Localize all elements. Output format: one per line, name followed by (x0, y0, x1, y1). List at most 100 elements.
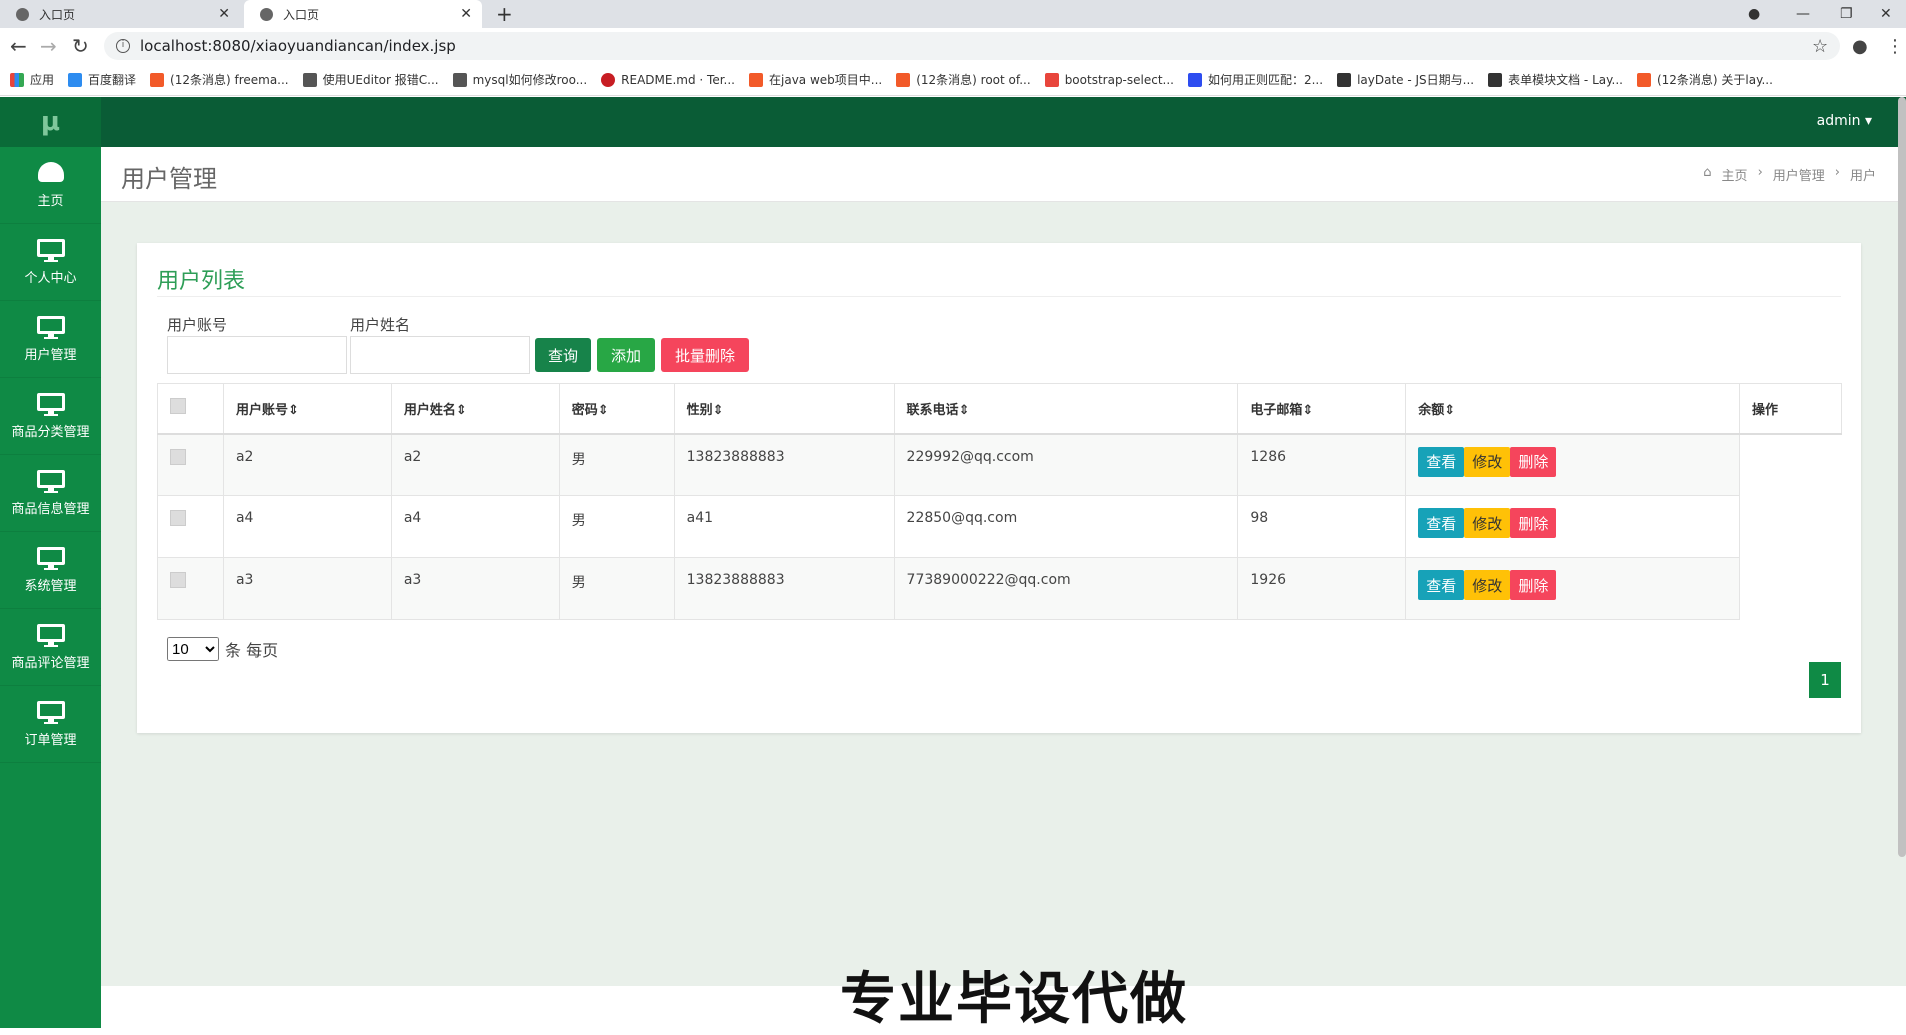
column-header[interactable]: 用户姓名⇕ (390, 383, 560, 435)
bookmark-item[interactable]: README.md · Ter... (601, 72, 735, 87)
password-cell: 男 (558, 557, 675, 620)
column-header[interactable]: 余额⇕ (1405, 383, 1741, 435)
delete-button[interactable]: 删除 (1510, 446, 1557, 477)
column-header[interactable]: 电子邮箱⇕ (1237, 383, 1407, 435)
edit-button[interactable]: 修改 (1464, 570, 1511, 600)
sort-icon[interactable]: ⇕ (288, 403, 299, 418)
bookmark-star-icon[interactable]: ☆ (1812, 36, 1828, 57)
new-tab-icon[interactable]: + (496, 2, 513, 26)
select-all-checkbox[interactable] (170, 398, 186, 415)
view-button[interactable]: 查看 (1418, 508, 1465, 538)
sort-icon[interactable]: ⇕ (713, 403, 724, 418)
sidebar-item-order-management[interactable]: 订单管理 (0, 686, 101, 763)
bookmark-label: (12条消息) root of... (916, 73, 1031, 87)
minimize-icon[interactable]: — (1796, 0, 1810, 28)
breadcrumb-home[interactable]: 主页 (1722, 165, 1748, 184)
breadcrumb-user-management[interactable]: 用户管理 (1773, 165, 1825, 184)
bookmark-item[interactable]: bootstrap-select... (1044, 72, 1174, 87)
bookmark-item[interactable]: (12条消息) freema... (150, 71, 289, 88)
bookmark-label: (12条消息) freema... (170, 73, 289, 87)
bookmark-item[interactable]: 表单模块文档 - Lay... (1488, 71, 1623, 88)
bookmark-item[interactable]: 应用 (10, 71, 54, 88)
browser-tab-1[interactable]: 入口页 ✕ (0, 0, 240, 28)
row-checkbox[interactable] (170, 448, 186, 465)
table-row: a2 a2 男 13823888883 229992@qq.ccom 1286 … (157, 433, 1842, 496)
url-field[interactable]: i localhost:8080/xiaoyuandiancan/index.j… (104, 32, 1840, 60)
sort-icon[interactable]: ⇕ (1444, 403, 1455, 418)
actions-cell: 查看 修改 删除 (1405, 557, 1741, 620)
bookmark-item[interactable]: (12条消息) root of... (896, 71, 1031, 88)
batch-delete-button[interactable]: 批量删除 (661, 338, 749, 372)
column-header: 操作 (1739, 383, 1842, 435)
monitor-icon (36, 315, 65, 339)
bookmark-item[interactable]: mysql如何修改roo... (452, 71, 587, 88)
bookmark-icon (601, 72, 616, 87)
page-scrollbar[interactable] (1898, 97, 1906, 857)
bookmark-icon (749, 72, 763, 87)
pagination-page-button[interactable]: 1 (1809, 662, 1841, 698)
window-close-icon[interactable]: ✕ (1880, 0, 1892, 28)
row-checkbox[interactable] (170, 510, 186, 526)
sort-icon[interactable]: ⇕ (598, 403, 609, 418)
sort-icon[interactable]: ⇕ (1302, 403, 1313, 418)
info-icon[interactable]: i (116, 39, 130, 53)
sidebar-item-product-management[interactable]: 商品信息管理 (0, 455, 101, 532)
column-header[interactable]: 联系电话⇕ (893, 383, 1239, 435)
user-menu[interactable]: admin ▾ (1817, 113, 1872, 129)
profile-dropdown-icon[interactable]: ● (1748, 0, 1760, 28)
edit-button[interactable]: 修改 (1464, 508, 1511, 538)
sort-icon[interactable]: ⇕ (959, 403, 970, 418)
monitor-icon (36, 546, 65, 570)
sidebar-item-label: 商品分类管理 (11, 424, 90, 440)
profile-icon[interactable]: ● (1852, 36, 1868, 57)
column-header[interactable]: 密码⇕ (558, 383, 675, 435)
delete-button[interactable]: 删除 (1510, 508, 1557, 538)
restore-icon[interactable]: ❐ (1840, 0, 1853, 28)
select-all-cell (157, 383, 224, 435)
forward-icon[interactable]: → (40, 34, 57, 58)
sidebar-item-personal-center[interactable]: 个人中心 (0, 224, 101, 301)
column-header-label: 密码 (571, 402, 598, 418)
browser-tab-2[interactable]: 入口页 ✕ (244, 0, 482, 28)
app-logo[interactable]: μ (0, 97, 101, 147)
close-icon[interactable]: ✕ (218, 6, 230, 22)
view-button[interactable]: 查看 (1418, 570, 1465, 600)
sidebar-item-review-management[interactable]: 商品评论管理 (0, 609, 101, 686)
bookmark-label: (12条消息) 关于lay... (1656, 73, 1773, 87)
bookmark-item[interactable]: 在java web项目中... (749, 71, 882, 88)
column-header[interactable]: 性别⇕ (673, 383, 895, 435)
view-button[interactable]: 查看 (1418, 446, 1465, 477)
sidebar-item-user-management[interactable]: 用户管理 (0, 301, 101, 378)
actions-cell: 查看 修改 删除 (1405, 433, 1741, 496)
watermark-text: 专业毕设代做 (840, 967, 1188, 1032)
menu-icon[interactable]: ⋮ (1886, 36, 1904, 57)
sidebar-item-system-management[interactable]: 系统管理 (0, 532, 101, 609)
delete-button[interactable]: 删除 (1510, 570, 1557, 600)
close-icon[interactable]: ✕ (460, 6, 472, 22)
add-button[interactable]: 添加 (597, 338, 655, 372)
sidebar-item-label: 商品信息管理 (11, 501, 90, 517)
search-button[interactable]: 查询 (535, 338, 591, 372)
sort-icon[interactable]: ⇕ (456, 403, 467, 418)
sidebar-item-category-management[interactable]: 商品分类管理 (0, 378, 101, 455)
column-header[interactable]: 用户账号⇕ (222, 383, 392, 435)
user-list-card: 用户列表 用户账号 用户姓名 查询 添加 批量删除 用户账号⇕ 用户姓名⇕ 密码… (137, 243, 1861, 733)
row-checkbox[interactable] (170, 572, 186, 588)
bookmark-item[interactable]: layDate - JS日期与... (1337, 71, 1474, 88)
row-select-cell (157, 495, 224, 558)
bookmark-label: 使用UEditor 报错C... (322, 73, 439, 87)
bookmark-item[interactable]: 百度翻译 (68, 71, 136, 88)
name-filter-input[interactable] (350, 336, 530, 374)
bookmark-item[interactable]: 使用UEditor 报错C... (302, 71, 439, 88)
sidebar-item-home[interactable]: 主页 (0, 147, 101, 224)
edit-button[interactable]: 修改 (1464, 446, 1511, 477)
bookmark-label: README.md · Ter... (621, 72, 735, 87)
column-header-label: 余额 (1418, 402, 1445, 418)
bookmark-item[interactable]: (12条消息) 关于lay... (1636, 71, 1773, 88)
page-size-select[interactable]: 10 (167, 637, 219, 661)
account-filter-input[interactable] (167, 336, 347, 374)
reload-icon[interactable]: ↻ (72, 34, 89, 58)
bookmark-item[interactable]: 如何用正则匹配：2... (1187, 71, 1323, 88)
table-header-row: 用户账号⇕ 用户姓名⇕ 密码⇕ 性别⇕ 联系电话⇕ 电子邮箱⇕ 余额⇕ 操作 (157, 383, 1842, 435)
back-icon[interactable]: ← (10, 34, 27, 58)
